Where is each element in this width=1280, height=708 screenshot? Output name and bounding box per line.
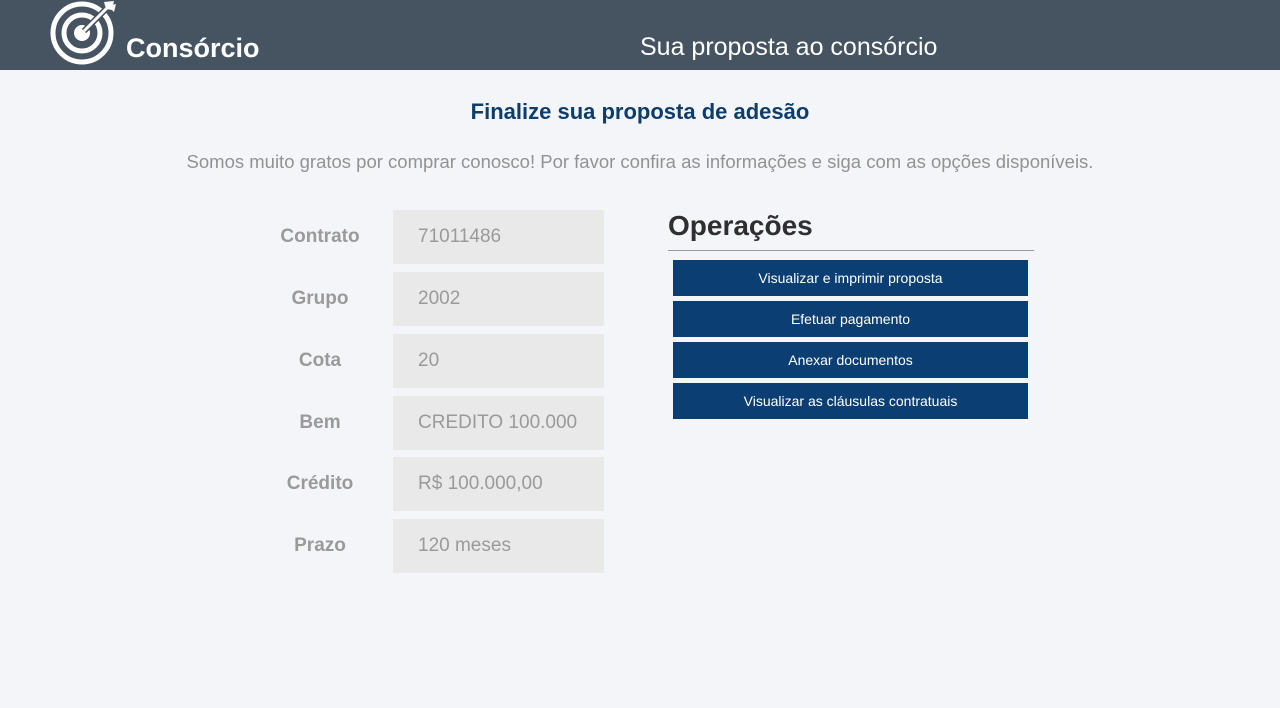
- info-label: Contrato: [280, 226, 360, 247]
- info-value: CREDITO 100.000: [393, 396, 604, 450]
- top-bar: Consórcio Sua proposta ao consórcio: [0, 0, 1280, 70]
- info-label: Crédito: [286, 473, 354, 494]
- target-arrow-icon: [50, 1, 116, 65]
- info-value: R$ 100.000,00: [393, 457, 604, 511]
- info-label: Cota: [298, 350, 342, 371]
- info-row-contrato: Contrato 71011486: [246, 210, 606, 264]
- view-print-proposal-button[interactable]: Visualizar e imprimir proposta: [673, 260, 1028, 296]
- attach-documents-button[interactable]: Anexar documentos: [673, 342, 1028, 378]
- operations-title: Operações: [668, 210, 813, 241]
- info-row-bem: Bem CREDITO 100.000: [246, 396, 606, 450]
- operations-divider: [668, 250, 1034, 251]
- brand-name: Consórcio: [126, 33, 260, 63]
- info-label: Prazo: [294, 535, 346, 556]
- info-value: 2002: [393, 272, 604, 326]
- info-value: 20: [393, 334, 604, 388]
- info-value: 71011486: [393, 210, 604, 264]
- page-title: Finalize sua proposta de adesão: [470, 99, 810, 124]
- info-row-prazo: Prazo 120 meses: [246, 519, 606, 573]
- make-payment-button[interactable]: Efetuar pagamento: [673, 301, 1028, 337]
- view-contract-clauses-button[interactable]: Visualizar as cláusulas contratuais: [673, 383, 1028, 419]
- page-subtitle: Somos muito gratos por comprar conosco! …: [186, 151, 1094, 172]
- info-label: Bem: [299, 412, 341, 433]
- info-row-cota: Cota 20: [246, 334, 606, 388]
- info-row-grupo: Grupo 2002: [246, 272, 606, 326]
- info-row-credito: Crédito R$ 100.000,00: [246, 457, 606, 511]
- info-value: 120 meses: [393, 519, 604, 573]
- info-label: Grupo: [291, 288, 349, 309]
- header-title: Sua proposta ao consórcio: [640, 33, 938, 61]
